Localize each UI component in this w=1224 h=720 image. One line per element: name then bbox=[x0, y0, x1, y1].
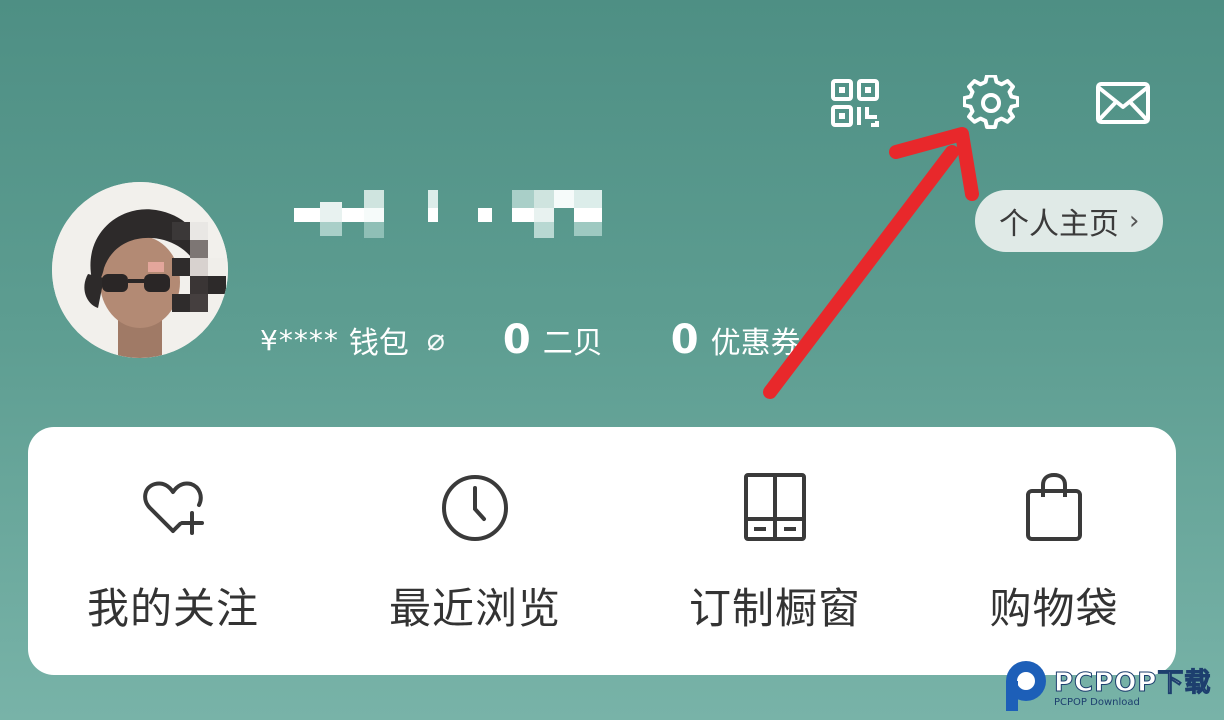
username-pixelated bbox=[292, 186, 612, 246]
menu-item-label: 最近浏览 bbox=[388, 584, 561, 633]
personal-homepage-button[interactable]: 个人主页 › bbox=[975, 190, 1164, 252]
menu-item-label: 我的关注 bbox=[86, 584, 259, 633]
menu-item-custom-showcase[interactable]: 订制橱窗 bbox=[635, 471, 915, 636]
hide-balance-icon[interactable]: ⌀ bbox=[427, 323, 445, 358]
menu-item-shopping-bag[interactable]: 购物袋 bbox=[914, 471, 1194, 636]
pages-stat[interactable]: 0 二贝 bbox=[503, 317, 603, 363]
avatar[interactable] bbox=[52, 182, 228, 358]
profile-screen: 个人主页 › ¥**** 钱包 ⌀ 0 二贝 0 优惠券 我的关注 最近浏览 订… bbox=[0, 0, 1224, 720]
personal-homepage-label: 个人主页 bbox=[999, 207, 1119, 242]
stats-row: ¥**** 钱包 ⌀ 0 二贝 0 优惠券 bbox=[260, 312, 801, 368]
coupons-label: 优惠券 bbox=[710, 326, 801, 361]
menu-item-label: 订制橱窗 bbox=[688, 584, 861, 633]
watermark-subtitle: PCPOP Download bbox=[1054, 697, 1140, 708]
coupons-count: 0 bbox=[670, 317, 699, 363]
wallet-amount: ¥**** bbox=[260, 323, 339, 357]
gear-icon[interactable] bbox=[962, 74, 1020, 132]
heart-plus-icon bbox=[136, 471, 210, 545]
pages-label: 二贝 bbox=[542, 326, 603, 361]
menu-item-label: 购物袋 bbox=[989, 584, 1119, 633]
chevron-right-icon: › bbox=[1129, 206, 1140, 236]
menu-item-recently-viewed[interactable]: 最近浏览 bbox=[335, 471, 615, 636]
pcpop-logo-icon bbox=[1006, 661, 1046, 711]
watermark: PCPOP下载 PCPOP Download bbox=[1000, 654, 1224, 716]
mail-icon[interactable] bbox=[1094, 74, 1152, 132]
menu-item-my-follows[interactable]: 我的关注 bbox=[33, 471, 313, 636]
pages-count: 0 bbox=[502, 317, 531, 363]
qr-code-icon[interactable] bbox=[826, 74, 884, 132]
clock-icon bbox=[438, 471, 512, 545]
watermark-title: PCPOP下载 bbox=[1053, 668, 1212, 699]
coupons-stat[interactable]: 0 优惠券 bbox=[671, 317, 801, 363]
wallet-label: 钱包 bbox=[348, 326, 409, 361]
shopping-bag-icon bbox=[1017, 471, 1091, 545]
cabinet-icon bbox=[738, 471, 812, 545]
wallet[interactable]: ¥**** 钱包 ⌀ bbox=[260, 318, 445, 362]
shortcut-card: 我的关注 最近浏览 订制橱窗 购物袋 bbox=[28, 427, 1176, 675]
